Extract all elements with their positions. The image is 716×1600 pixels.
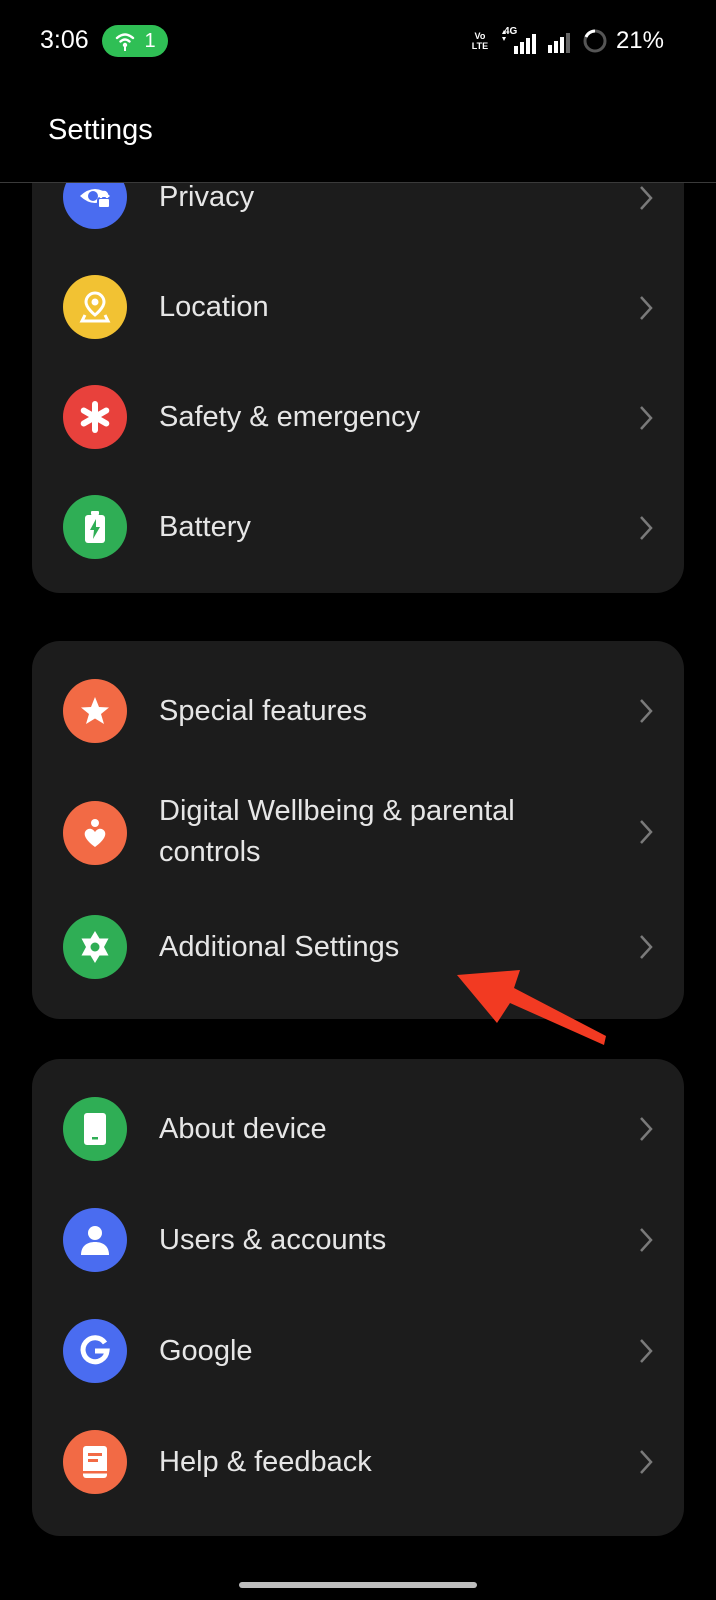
chevron-right-icon: [640, 935, 653, 959]
chevron-right-icon: [640, 516, 653, 540]
battery-ring-icon: [583, 29, 607, 53]
settings-item-about-device[interactable]: About device: [32, 1074, 684, 1184]
hotspot-count: 1: [144, 29, 156, 52]
signal-icon: [547, 33, 570, 53]
status-icons: Vo LTE 4G 21%: [468, 24, 664, 58]
settings-card-account: About device Users & accounts Google Hel…: [32, 1059, 684, 1536]
settings-item-label: Privacy: [159, 183, 255, 213]
chevron-right-icon: [640, 699, 653, 723]
chevron-right-icon: [640, 1228, 653, 1252]
settings-item-label: Special features: [159, 695, 367, 727]
settings-item-label: Location: [159, 291, 269, 323]
chevron-right-icon: [640, 1117, 653, 1141]
chevron-right-icon: [640, 296, 653, 320]
clock: 3:06: [40, 26, 89, 54]
user-icon: [63, 1208, 127, 1272]
battery-percent: 21%: [615, 27, 664, 54]
settings-item-battery[interactable]: Battery: [32, 473, 684, 583]
emergency-asterisk-icon: [63, 385, 127, 449]
settings-item-special-features[interactable]: Special features: [32, 656, 684, 766]
privacy-icon: [63, 183, 127, 229]
chevron-right-icon: [640, 1339, 653, 1363]
gear-icon: [63, 915, 127, 979]
settings-item-help-feedback[interactable]: Help & feedback: [32, 1407, 684, 1517]
settings-list[interactable]: Privacy Location Safety & emergency Batt…: [0, 183, 716, 1573]
app-bar: Settings: [0, 84, 716, 183]
help-book-icon: [63, 1430, 127, 1494]
settings-card-features: Special features Digital Wellbeing & par…: [32, 641, 684, 1019]
settings-item-label: Safety & emergency: [159, 401, 421, 433]
hotspot-icon: [116, 33, 135, 51]
device-icon: [63, 1097, 127, 1161]
settings-item-privacy[interactable]: Privacy: [32, 183, 684, 253]
gesture-nav-handle[interactable]: [239, 1582, 477, 1588]
settings-item-additional-settings[interactable]: Additional Settings: [32, 897, 684, 1007]
page-title: Settings: [48, 114, 153, 146]
settings-item-location[interactable]: Location: [32, 253, 684, 363]
chevron-right-icon: [640, 186, 653, 210]
chevron-right-icon: [640, 406, 653, 430]
settings-item-label: Google: [159, 1335, 253, 1367]
hotspot-indicator[interactable]: 1: [102, 25, 168, 57]
settings-item-digital-wellbeing[interactable]: Digital Wellbeing & parental controls: [32, 769, 684, 897]
battery-icon: [63, 495, 127, 559]
chevron-right-icon: [640, 820, 653, 844]
volte-icon: Vo LTE: [471, 31, 489, 51]
location-icon: [63, 275, 127, 339]
star-icon: [63, 679, 127, 743]
wellbeing-heart-icon: [63, 801, 127, 865]
settings-item-users-accounts[interactable]: Users & accounts: [32, 1185, 684, 1295]
settings-item-label: Additional Settings: [159, 931, 400, 963]
status-bar: 3:06 1 Vo LTE 4G 21%: [0, 0, 716, 84]
settings-item-label: Digital Wellbeing & parental controls: [159, 795, 515, 868]
google-icon: [63, 1319, 127, 1383]
settings-item-safety-emergency[interactable]: Safety & emergency: [32, 363, 684, 473]
settings-card-system: Privacy Location Safety & emergency Batt…: [32, 183, 684, 593]
settings-item-label: Users & accounts: [159, 1224, 387, 1256]
settings-item-label: Battery: [159, 511, 251, 543]
chevron-right-icon: [640, 1450, 653, 1474]
settings-item-google[interactable]: Google: [32, 1296, 684, 1406]
settings-item-label: Help & feedback: [159, 1446, 372, 1478]
signal-4g-icon: 4G: [500, 26, 538, 54]
settings-item-label: About device: [159, 1113, 327, 1145]
